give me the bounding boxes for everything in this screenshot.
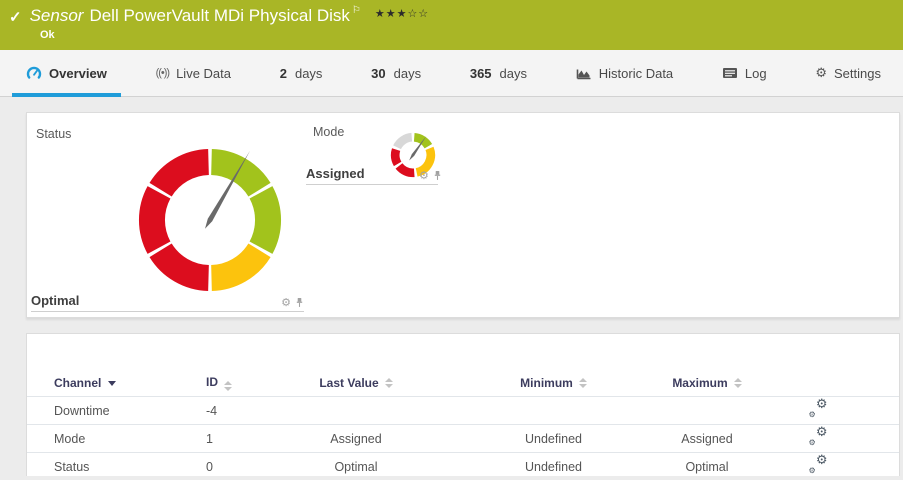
cell-id: -4 (206, 404, 301, 418)
tab-overview-label: Overview (49, 66, 107, 81)
sort-toggle-icon (734, 378, 742, 388)
object-kind-label: Sensor (30, 6, 84, 26)
column-header-channel-label: Channel (54, 376, 101, 390)
stars-filled: ★★★ (375, 8, 408, 20)
column-header-last-value[interactable]: Last Value (301, 376, 411, 390)
sort-desc-icon (108, 381, 116, 386)
broadcast-icon: ((•)) (156, 67, 170, 79)
primary-channel-label: Status (36, 127, 71, 141)
tab-overview[interactable]: Overview (12, 50, 121, 96)
cell-maximum: Optimal (636, 460, 778, 474)
tab-live-data[interactable]: ((•)) Live Data (142, 50, 245, 96)
gauge-icon (26, 65, 42, 81)
column-header-id-label: ID (206, 375, 218, 389)
table-row-downtime[interactable]: Downtime -4 ⚙⚙ (27, 396, 899, 424)
sensor-status-badge: Ok (40, 29, 55, 41)
status-check-icon: ✓ (9, 8, 22, 26)
tab-365-days[interactable]: 365 days (456, 50, 541, 96)
tab-settings[interactable]: ⚙ Settings (801, 50, 895, 96)
cell-minimum: Undefined (481, 432, 626, 446)
gauge-segment-red-1 (161, 250, 209, 278)
tab-log[interactable]: Log (708, 50, 781, 96)
stars-empty: ☆☆ (407, 8, 429, 20)
mini-segment-gray (397, 137, 412, 147)
pin-icon[interactable] (433, 170, 442, 181)
overview-gauges-panel: Status Optimal ⚙ Mode (26, 112, 900, 318)
tab-2-days[interactable]: 2 days (266, 50, 337, 96)
channels-table: Channel ID Last Value Minimum Maximum Do… (27, 370, 899, 480)
log-list-icon (722, 67, 738, 79)
tab-historic-data-label: Historic Data (599, 66, 673, 81)
secondary-channel-value: Assigned (306, 166, 365, 181)
cell-id: 1 (206, 432, 301, 446)
tab-365-days-number: 365 (470, 66, 492, 81)
cell-minimum: Undefined (481, 460, 626, 474)
sensor-name: Dell PowerVault MDi Physical Disk (89, 6, 349, 26)
sort-toggle-icon (579, 378, 587, 388)
table-row-mode[interactable]: Mode 1 Assigned Undefined Assigned ⚙⚙ (27, 424, 899, 452)
historic-chart-icon (576, 66, 592, 80)
tab-30-days-label: days (394, 66, 421, 81)
secondary-channel-label: Mode (313, 125, 344, 139)
tab-live-data-label: Live Data (176, 66, 231, 81)
column-header-maximum-label: Maximum (672, 376, 727, 390)
gauge-segment-red-2 (152, 192, 159, 247)
primary-channel-value: Optimal (31, 293, 79, 308)
tab-historic-data[interactable]: Historic Data (562, 50, 687, 96)
tab-2-days-label: days (295, 66, 322, 81)
column-header-minimum-label: Minimum (520, 376, 573, 390)
column-header-last-value-label: Last Value (319, 376, 378, 390)
column-header-id[interactable]: ID (206, 375, 301, 391)
mini-segment-red-2 (395, 150, 397, 164)
gear-icon: ⚙ (815, 66, 827, 81)
cell-last-value: Optimal (301, 460, 411, 474)
mini-segment-green (414, 137, 428, 146)
primary-channel-tools: ⚙ (281, 297, 304, 308)
sensor-header: ✓ Sensor Dell PowerVault MDi Physical Di… (0, 0, 903, 50)
secondary-channel-tools: ⚙ (419, 170, 442, 181)
channel-settings-icon[interactable]: ⚙⚙ (809, 429, 828, 446)
gauge-segment-yellow (212, 250, 260, 278)
cell-channel: Mode (54, 432, 206, 446)
column-header-maximum[interactable]: Maximum (636, 376, 778, 390)
tab-365-days-label: days (500, 66, 527, 81)
column-header-minimum[interactable]: Minimum (481, 376, 626, 390)
tab-log-label: Log (745, 66, 767, 81)
tab-bar: Overview ((•)) Live Data 2 days 30 days … (0, 50, 903, 97)
flag-icon[interactable]: ⚐ (352, 5, 361, 16)
channels-table-panel: Channel ID Last Value Minimum Maximum Do… (26, 333, 900, 476)
pin-icon[interactable] (295, 297, 304, 308)
gauge-segment-red-3 (161, 162, 209, 190)
tab-30-days[interactable]: 30 days (357, 50, 435, 96)
priority-stars[interactable]: ★★★☆☆ (375, 7, 429, 20)
cell-maximum: Assigned (636, 432, 778, 446)
sort-toggle-icon (224, 381, 232, 391)
tab-30-days-number: 30 (371, 66, 385, 81)
gauge-segment-green-2 (261, 192, 268, 247)
channel-gear-icon[interactable]: ⚙ (281, 297, 291, 308)
sort-toggle-icon (385, 378, 393, 388)
primary-value-row: Optimal ⚙ (31, 293, 304, 312)
channel-settings-icon[interactable]: ⚙⚙ (809, 457, 828, 474)
cell-id: 0 (206, 460, 301, 474)
table-header-row: Channel ID Last Value Minimum Maximum (27, 370, 899, 396)
cell-last-value: Assigned (301, 432, 411, 446)
channel-gear-icon[interactable]: ⚙ (419, 170, 429, 181)
channel-settings-icon[interactable]: ⚙⚙ (809, 401, 828, 418)
cell-channel: Downtime (54, 404, 206, 418)
status-gauge (135, 145, 285, 300)
cell-channel: Status (54, 460, 206, 474)
column-header-channel[interactable]: Channel (54, 376, 206, 390)
tab-2-days-number: 2 (280, 66, 287, 81)
sensor-title-row: ✓ Sensor Dell PowerVault MDi Physical Di… (9, 6, 429, 26)
tab-settings-label: Settings (834, 66, 881, 81)
